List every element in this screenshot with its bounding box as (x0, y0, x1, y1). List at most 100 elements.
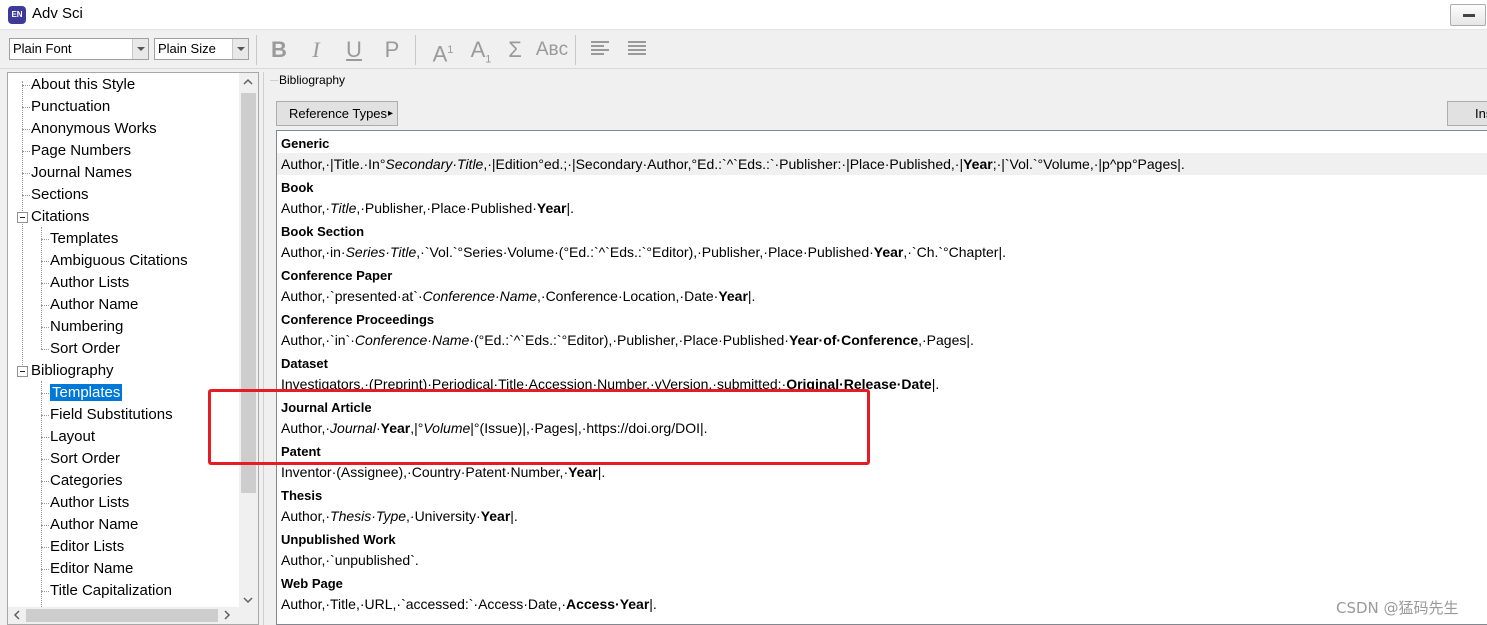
tree-item-label: Journal Names (31, 164, 132, 181)
symbol-button[interactable]: Σ (501, 36, 529, 64)
ref-template-line[interactable]: Author,·Thesis·Type,·University·Year|. (281, 505, 1487, 527)
ref-type-name: Book (281, 180, 314, 195)
tree-item-label: Author Name (50, 516, 139, 533)
ref-template-line[interactable]: Author,·Title,·Publisher,·Place·Publishe… (281, 197, 1487, 219)
tree-item[interactable]: Sections (31, 185, 89, 205)
tree-connector (41, 327, 49, 328)
ref-type-web-page: Web Page Author,·Title,·URL,·`accessed:`… (281, 574, 1487, 615)
toolbar-divider (256, 35, 257, 65)
tree-item[interactable]: Author Lists (50, 493, 129, 513)
underline-button[interactable]: U (340, 36, 368, 64)
tree-item[interactable]: Bibliography (31, 361, 114, 381)
ref-type-name: Thesis (281, 488, 323, 503)
tree-item[interactable]: Citations (31, 207, 89, 227)
tree-item[interactable]: Author Lists (50, 273, 129, 293)
tree-item-label: Sort Order (50, 450, 121, 467)
ref-template-line[interactable]: Author,·`unpublished`. (281, 549, 1487, 571)
collapse-icon[interactable] (17, 212, 28, 223)
scrollbar-thumb[interactable] (26, 609, 218, 622)
italic-button[interactable]: I (302, 36, 330, 64)
collapse-icon[interactable] (17, 366, 28, 377)
justify-icon[interactable] (628, 41, 646, 57)
scroll-down-icon[interactable] (243, 595, 253, 605)
ref-template-line[interactable]: Author,·Title,·URL,·`accessed:`·Access·D… (281, 593, 1487, 615)
tree-item-label: Anonymous Works (31, 120, 157, 137)
minimize-button[interactable] (1450, 4, 1486, 26)
tree-item[interactable]: Ambiguous Citations (50, 251, 188, 271)
scroll-left-icon[interactable] (12, 610, 22, 620)
tree-item[interactable]: Journal Names (31, 163, 132, 183)
subscript-button[interactable]: A1 (466, 36, 496, 65)
plain-button[interactable]: P (378, 36, 406, 64)
tree-item[interactable]: Page Numbers (31, 141, 131, 161)
tree-connector (41, 525, 49, 526)
size-select-value: Plain Size (158, 41, 216, 56)
superscript-button[interactable]: A1 (428, 36, 458, 66)
tree-item[interactable]: Editor Name (50, 559, 133, 579)
ref-type-name: Unpublished Work (281, 532, 396, 547)
chevron-down-icon[interactable] (132, 39, 148, 59)
small-caps-button[interactable]: Aʙᴄ (535, 36, 569, 64)
tree-item-label: Title Capitalization (50, 582, 172, 599)
tree-connector (22, 81, 23, 371)
tree-item[interactable]: Editor Lists (50, 537, 124, 557)
tree-connector (22, 195, 30, 196)
tree-item[interactable]: About this Style (31, 75, 135, 95)
chevron-down-icon[interactable] (232, 39, 248, 59)
ref-template-line[interactable]: Author,·`in`·Conference·Name·(°Ed.:`^`Ed… (281, 329, 1487, 351)
tree-connector (41, 381, 42, 621)
tree-item[interactable]: Title Capitalization (50, 581, 172, 601)
tree-connector (41, 283, 49, 284)
tree-connector (22, 85, 30, 86)
tree-item[interactable]: Templates (50, 229, 118, 249)
scroll-up-icon[interactable] (243, 77, 253, 87)
subscript-letter: A (470, 37, 486, 62)
tree-connector (41, 239, 49, 240)
ref-template-line[interactable]: Author,·|Title.·In°Secondary·Title,·|Edi… (277, 153, 1487, 175)
template-editor[interactable]: Generic Author,·|Title.·In°Secondary·Tit… (276, 130, 1487, 625)
tree-item-label: Page Numbers (31, 142, 132, 159)
tree-item-label: Sections (31, 186, 89, 203)
size-select[interactable]: Plain Size (154, 38, 249, 60)
tree-item[interactable]: Author Name (50, 515, 138, 535)
tree-item[interactable]: Categories (50, 471, 123, 491)
align-left-icon[interactable] (591, 41, 609, 57)
tree-item[interactable]: Field Substitutions (50, 405, 173, 425)
reference-types-button[interactable]: Reference Types (276, 101, 398, 126)
tree-item-label: Citations (31, 208, 90, 225)
tree-item-label: Sort Order (50, 340, 121, 357)
tree-item-label: Templates (50, 384, 123, 401)
toolbar-divider (415, 35, 416, 65)
tree-connector (41, 459, 49, 460)
tree-item-label: About this Style (31, 76, 136, 93)
ref-type-book-section: Book Section Author,·in·Series·Title,·`V… (281, 222, 1487, 263)
tree-item[interactable]: Sort Order (50, 449, 120, 469)
tree-connector (41, 261, 49, 262)
section-title: Bibliography (279, 73, 346, 87)
tree-connector (22, 173, 30, 174)
endnote-app-icon: EN (8, 6, 26, 24)
scroll-right-icon[interactable] (222, 610, 232, 620)
ref-template-line[interactable]: Author,·`presented·at`·Conference·Name,·… (281, 285, 1487, 307)
bold-button[interactable]: B (265, 36, 293, 64)
font-select[interactable]: Plain Font (9, 38, 149, 60)
tree-item[interactable]: Numbering (50, 317, 123, 337)
tree-item[interactable]: Author Name (50, 295, 138, 315)
tree-item[interactable]: Templates (50, 383, 123, 403)
tree-item[interactable]: Sort Order (50, 339, 120, 359)
font-select-value: Plain Font (13, 41, 72, 56)
tree-item[interactable]: Layout (50, 427, 95, 447)
tree-horizontal-scrollbar[interactable] (8, 607, 258, 624)
tree-item-label: Punctuation (31, 98, 111, 115)
tree-item-label: Editor Name (50, 560, 134, 577)
tree-vertical-scrollbar[interactable] (239, 73, 258, 608)
ref-template-line[interactable]: Author,·in·Series·Title,·`Vol.`°Series·V… (281, 241, 1487, 263)
ref-type-thesis: Thesis Author,·Thesis·Type,·University·Y… (281, 486, 1487, 527)
tree-item[interactable]: Punctuation (31, 97, 110, 117)
insert-field-button[interactable]: Insert Field (1447, 101, 1487, 126)
ref-type-conference-paper: Conference Paper Author,·`presented·at`·… (281, 266, 1487, 307)
watermark: CSDN @猛码先生 (1336, 599, 1459, 617)
tree-connector (41, 591, 49, 592)
tree-item[interactable]: Anonymous Works (31, 119, 157, 139)
tree-item-label: Categories (50, 472, 123, 489)
